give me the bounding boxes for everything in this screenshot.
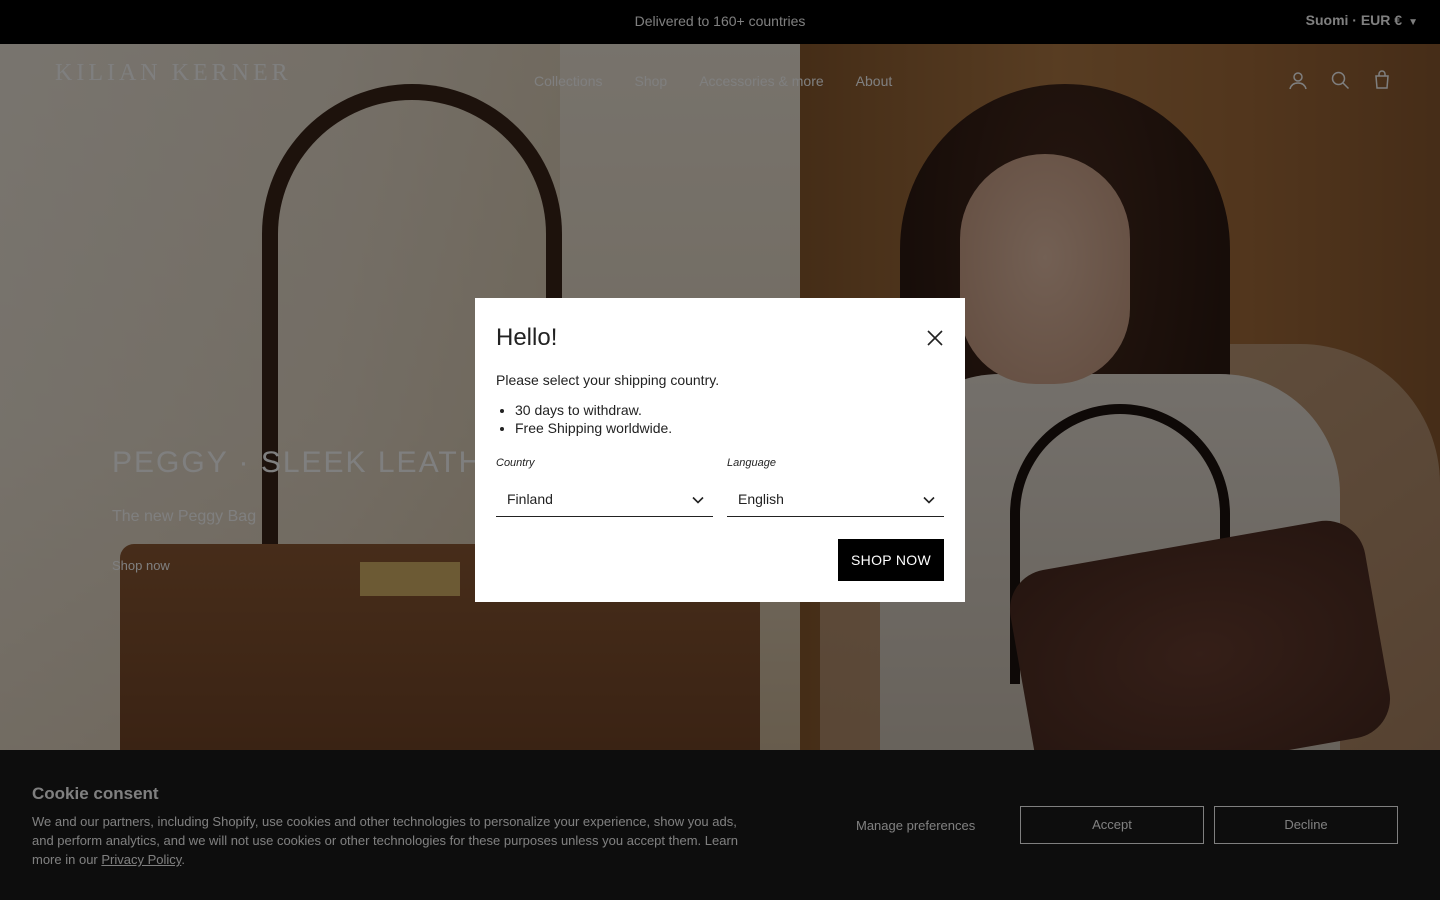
language-value: English	[738, 491, 784, 507]
country-value: Finland	[507, 491, 553, 507]
list-item: 30 days to withdraw.	[515, 401, 672, 419]
chevron-down-icon	[923, 496, 935, 504]
modal-title: Hello!	[496, 324, 558, 351]
shipping-country-modal: Hello! Please select your shipping count…	[475, 298, 965, 602]
language-field: Language English	[727, 457, 944, 517]
country-field: Country Finland	[496, 457, 713, 517]
shop-now-button[interactable]: SHOP NOW	[838, 539, 944, 581]
chevron-down-icon	[692, 496, 704, 504]
country-select[interactable]: Finland	[496, 483, 713, 517]
list-item: Free Shipping worldwide.	[515, 419, 672, 437]
language-select[interactable]: English	[727, 483, 944, 517]
close-icon[interactable]	[924, 327, 946, 349]
language-label: Language	[727, 457, 776, 469]
modal-description: Please select your shipping country.	[496, 372, 720, 388]
country-label: Country	[496, 457, 535, 469]
modal-benefits-list: 30 days to withdraw. Free Shipping world…	[515, 401, 672, 437]
